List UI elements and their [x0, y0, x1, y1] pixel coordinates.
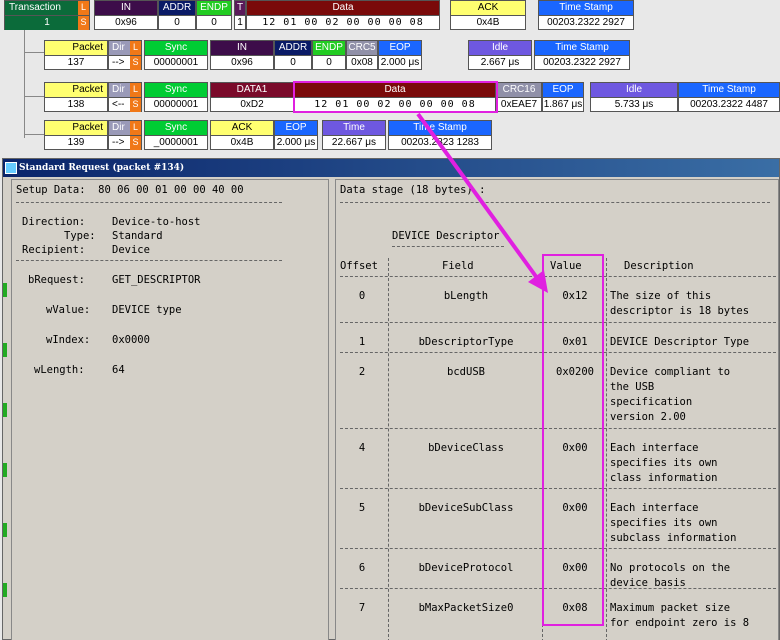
annotation-arrow	[416, 112, 548, 293]
arrow-line	[416, 112, 542, 284]
arrow-head	[528, 270, 548, 293]
